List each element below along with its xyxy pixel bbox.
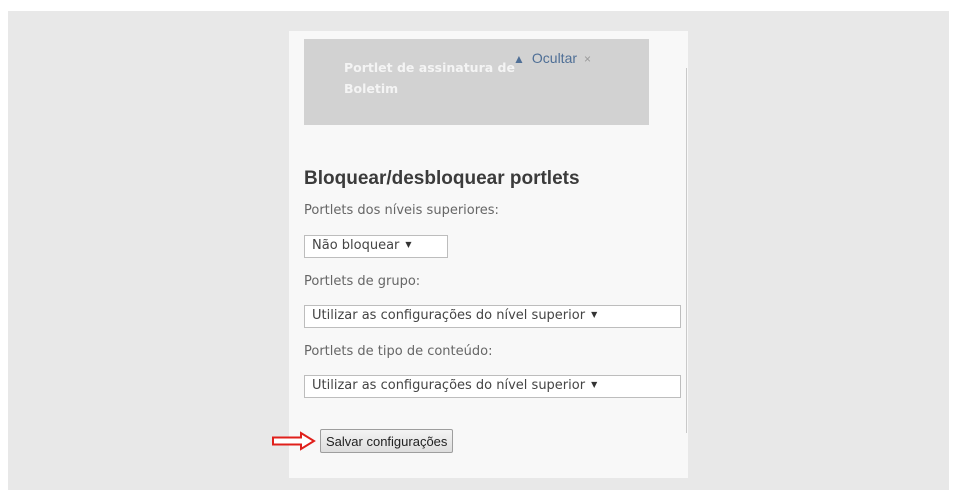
portlet-actions: ▲ Ocultar × [513, 50, 591, 66]
section-title: Bloquear/desbloquear portlets [304, 168, 580, 189]
triangle-up-icon[interactable]: ▲ [513, 52, 525, 66]
hide-link[interactable]: Ocultar [532, 50, 577, 66]
group-select[interactable]: Utilizar as configurações do nível super… [304, 305, 681, 328]
content-type-select[interactable]: Utilizar as configurações do nível super… [304, 375, 681, 398]
content-type-value: Utilizar as configurações do nível super… [312, 378, 586, 393]
newsletter-portlet: Portlet de assinatura de Boletim ▲ Oculta… [304, 39, 649, 125]
dropdown-arrow-icon: ▼ [405, 240, 412, 249]
upper-levels-select[interactable]: Não bloquear ▼ [304, 235, 448, 258]
save-settings-button[interactable]: Salvar configurações [320, 429, 454, 453]
dropdown-arrow-icon: ▼ [591, 310, 598, 319]
dropdown-arrow-icon: ▼ [591, 380, 598, 389]
close-icon[interactable]: × [584, 52, 591, 66]
annotation-arrow-icon [272, 431, 316, 451]
group-value: Utilizar as configurações do nível super… [312, 308, 586, 323]
upper-levels-label: Portlets dos níveis superiores: [304, 203, 499, 218]
upper-levels-value: Não bloquear [312, 238, 400, 253]
group-label: Portlets de grupo: [304, 274, 421, 289]
panel-divider [686, 68, 687, 433]
content-type-label: Portlets de tipo de conteúdo: [304, 344, 493, 359]
